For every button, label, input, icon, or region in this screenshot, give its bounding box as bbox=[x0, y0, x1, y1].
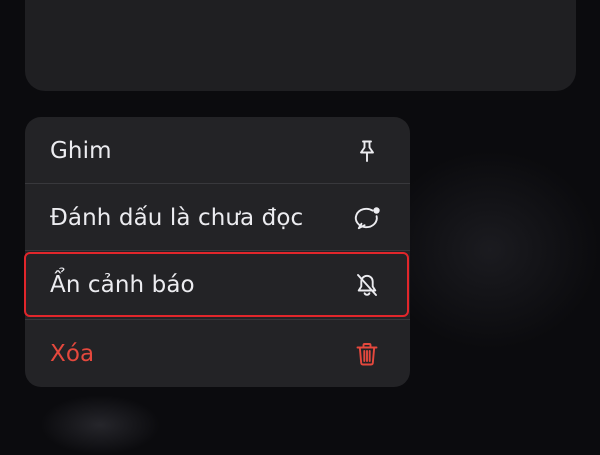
menu-item-label: Xóa bbox=[50, 340, 95, 367]
context-menu: Ghim Đánh dấu là chưa đọc Ẩn cảnh báo Xó… bbox=[25, 117, 410, 387]
menu-item-label: Ghim bbox=[50, 137, 112, 164]
conversation-preview-card bbox=[25, 0, 576, 91]
bell-slash-icon bbox=[352, 270, 382, 300]
unread-bubble-icon bbox=[352, 203, 382, 233]
menu-item-label: Đánh dấu là chưa đọc bbox=[50, 204, 304, 231]
menu-item-mark-unread[interactable]: Đánh dấu là chưa đọc bbox=[25, 184, 410, 251]
trash-icon bbox=[352, 339, 382, 369]
background-blur bbox=[380, 150, 600, 350]
menu-item-pin[interactable]: Ghim bbox=[25, 117, 410, 184]
background-blur bbox=[40, 395, 160, 455]
menu-item-hide-alerts[interactable]: Ẩn cảnh báo bbox=[25, 251, 410, 318]
menu-item-delete[interactable]: Xóa bbox=[25, 320, 410, 387]
menu-item-label: Ẩn cảnh báo bbox=[50, 271, 195, 298]
pin-icon bbox=[352, 136, 382, 166]
